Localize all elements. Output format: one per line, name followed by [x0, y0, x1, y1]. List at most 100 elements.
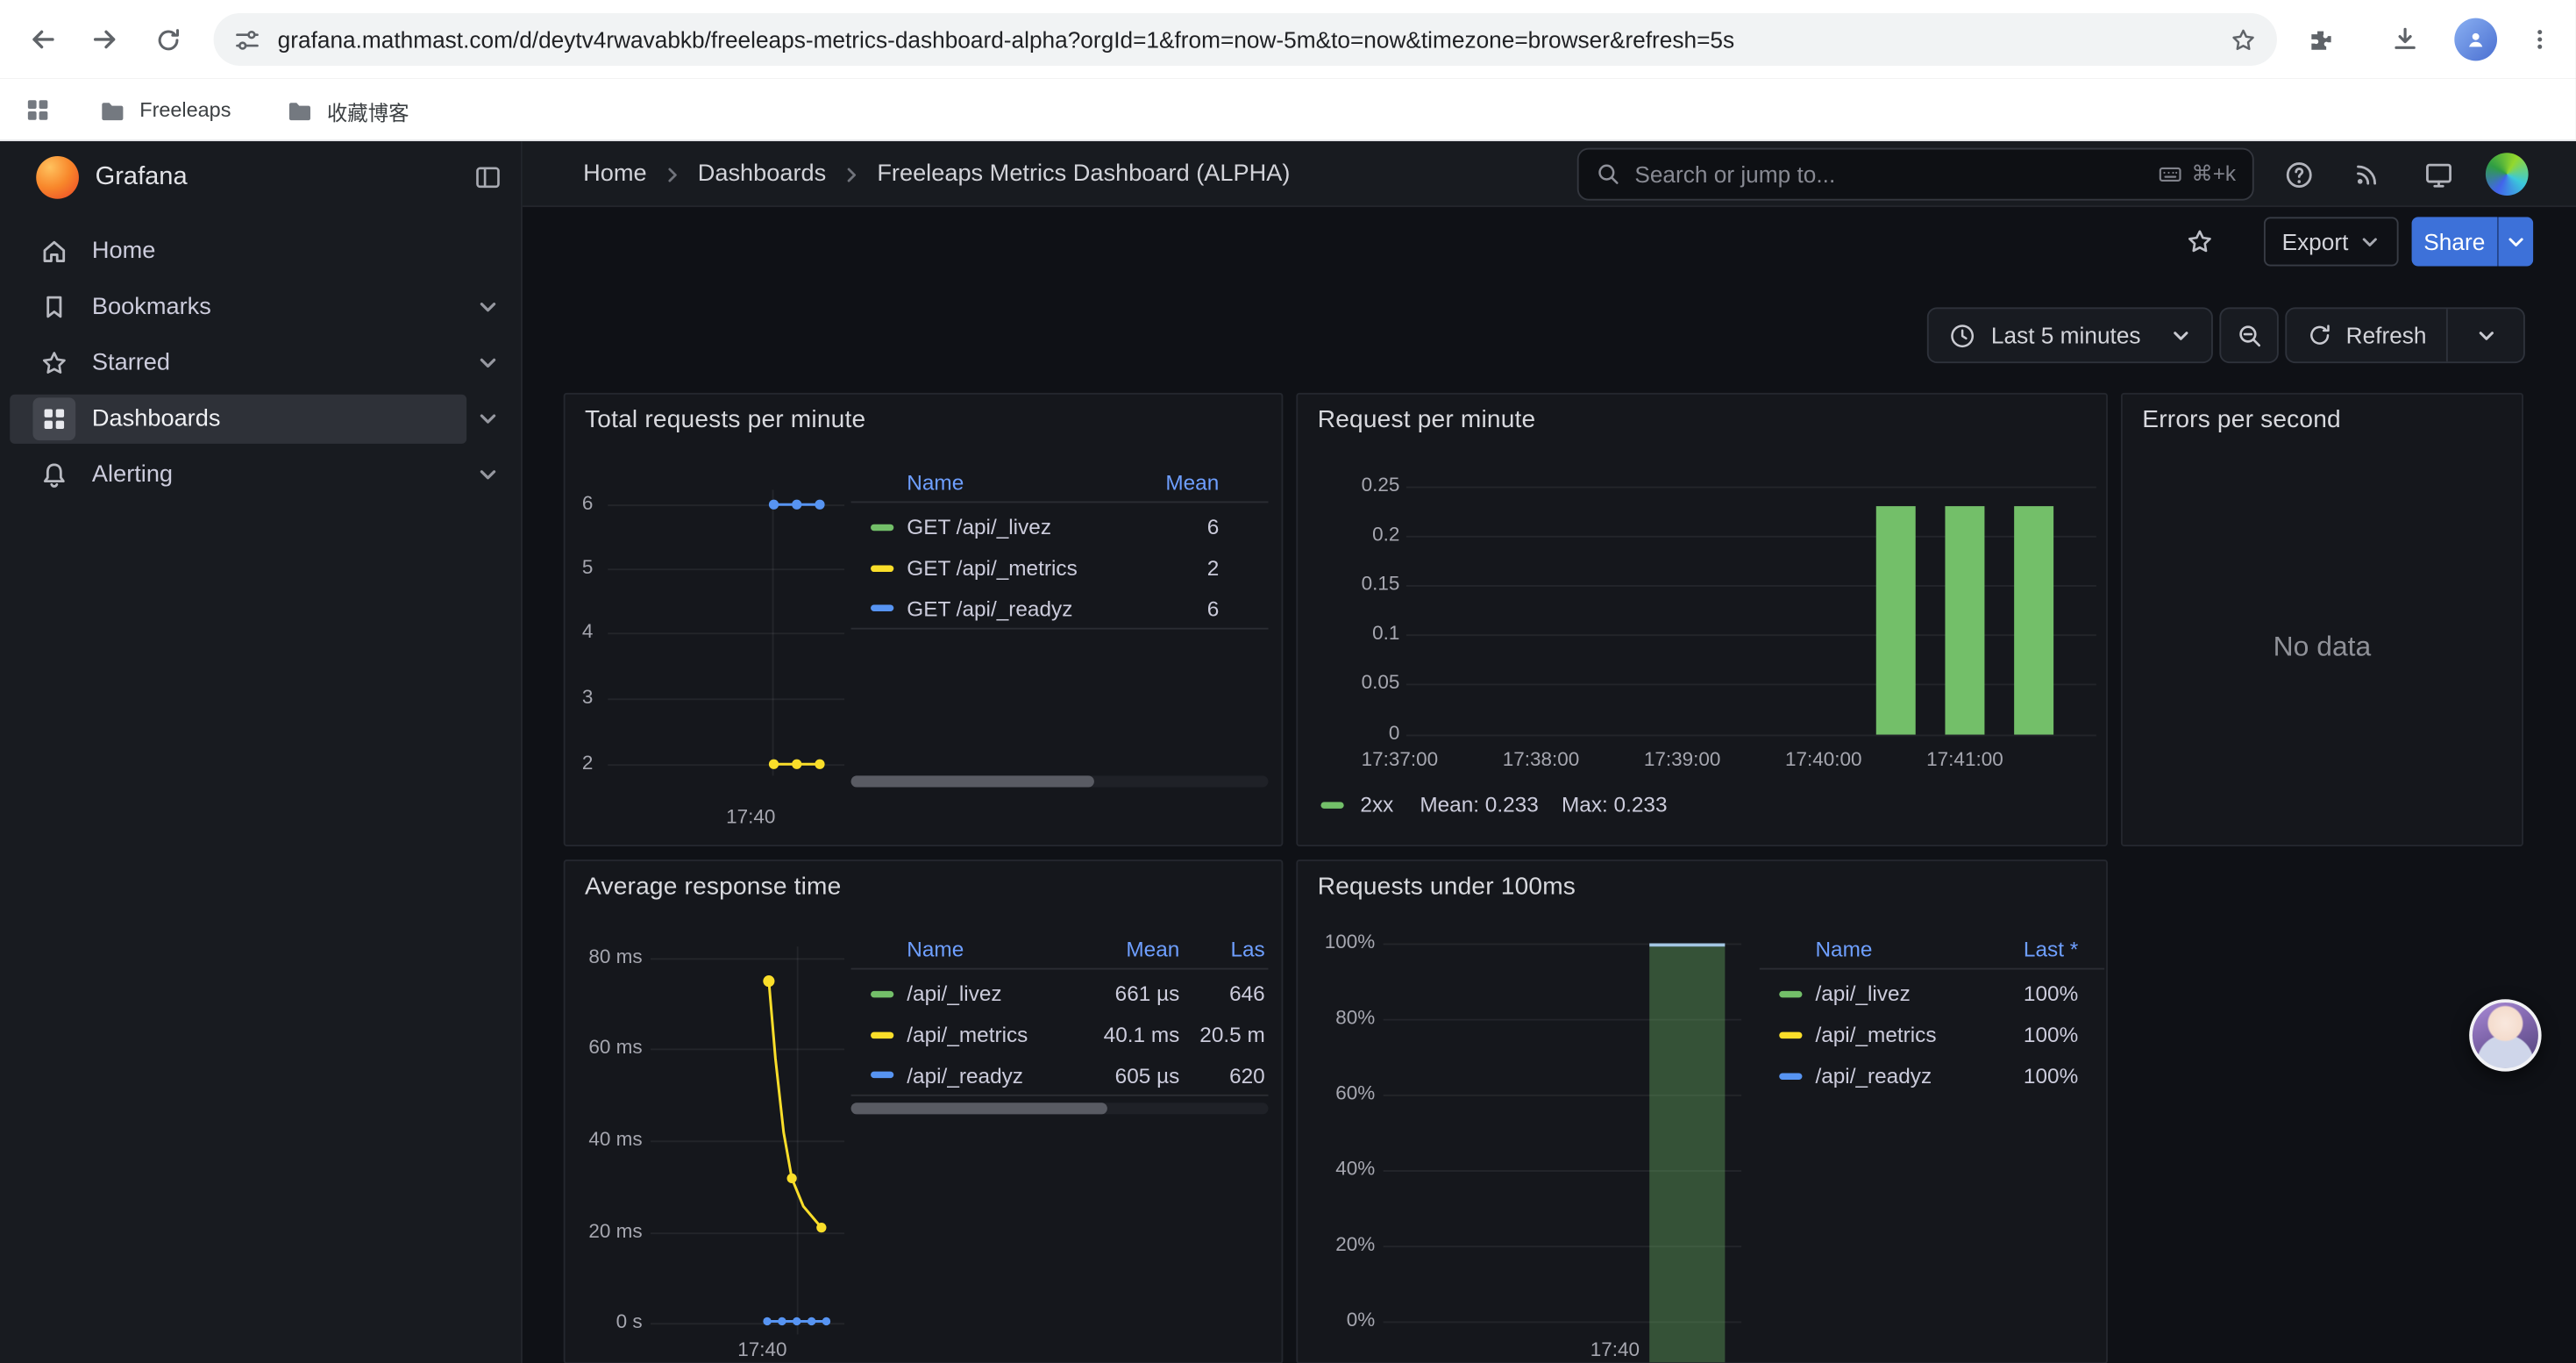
forward-icon[interactable]: [82, 17, 128, 62]
search-shortcut: ⌘+k: [2157, 161, 2236, 188]
zoom-out-button[interactable]: [2219, 307, 2278, 363]
share-button[interactable]: Share: [2412, 217, 2497, 266]
series-max: Max: 0.233: [1562, 792, 1668, 817]
sidebar-collapse-icon[interactable]: [473, 162, 503, 192]
share-menu-chevron[interactable]: [2497, 217, 2533, 266]
site-info-icon[interactable]: [233, 25, 261, 54]
floating-assistant-avatar[interactable]: [2469, 999, 2541, 1071]
browser-profile-avatar[interactable]: [2454, 18, 2497, 61]
x-tick: 17:39:00: [1633, 748, 1731, 771]
bookmark-folder-freeleaps[interactable]: Freeleaps: [85, 89, 257, 132]
legend-scrollbar[interactable]: [851, 1103, 1269, 1114]
series-mean: 605 µs: [1061, 1062, 1179, 1087]
sidebar-item-dashboards[interactable]: Dashboards: [0, 391, 523, 447]
downloads-icon[interactable]: [2382, 17, 2428, 62]
folder-icon: [98, 96, 126, 125]
bookmark-icon: [39, 293, 69, 323]
chevron-down-icon[interactable]: [476, 296, 499, 318]
star-icon: [39, 348, 69, 378]
help-icon[interactable]: [2270, 146, 2326, 203]
legend[interactable]: 2xx Mean: 0.233 Max: 0.233: [1320, 792, 1667, 817]
series-last: 646: [1179, 981, 1264, 1006]
export-button[interactable]: Export: [2264, 217, 2400, 266]
y-tick: 0.2: [1327, 523, 1399, 546]
sidebar-item-home[interactable]: Home: [0, 224, 523, 280]
series-mean: 6: [1121, 596, 1219, 620]
legend-header-name[interactable]: Name: [907, 470, 1121, 495]
clock-icon: [1948, 321, 1976, 349]
legend-header-mean[interactable]: Mean: [1121, 470, 1219, 495]
rss-icon[interactable]: [2339, 146, 2395, 203]
legend-header-last[interactable]: Last *: [1986, 937, 2078, 961]
legend-header-name[interactable]: Name: [1815, 937, 1986, 961]
browser-menu-icon[interactable]: [2517, 17, 2563, 62]
chevron-down-icon[interactable]: [476, 463, 499, 486]
legend-row[interactable]: /api/_readyz 100%: [1760, 1055, 2104, 1096]
panel-errors-per-second: Errors per second No data: [2121, 393, 2523, 846]
user-avatar[interactable]: [2486, 153, 2529, 196]
back-icon[interactable]: [19, 17, 65, 62]
area-bar-cap: [1649, 944, 1725, 947]
url-text[interactable]: grafana.mathmast.com/d/deytv4rwavabkb/fr…: [278, 26, 2213, 53]
legend-header-mean[interactable]: Mean: [1061, 937, 1179, 961]
bookmark-folder-blogs[interactable]: 收藏博客: [273, 89, 423, 132]
address-bar[interactable]: grafana.mathmast.com/d/deytv4rwavabkb/fr…: [214, 13, 2277, 66]
extensions-icon[interactable]: [2296, 17, 2342, 62]
series-color-chip: [1320, 801, 1343, 807]
sidebar-item-label: Alerting: [92, 462, 173, 489]
panel-title[interactable]: Requests under 100ms: [1318, 873, 1576, 901]
grafana-logo[interactable]: [36, 156, 79, 199]
bookmark-star-icon[interactable]: [2230, 25, 2258, 54]
x-tick: 17:38:00: [1491, 748, 1590, 771]
refresh-interval-chevron[interactable]: [2448, 309, 2523, 361]
legend-scrollbar[interactable]: [851, 775, 1269, 787]
breadcrumb-current[interactable]: Freeleaps Metrics Dashboard (ALPHA): [877, 161, 1290, 188]
legend-row[interactable]: GET /api/_metrics 2: [851, 547, 1269, 589]
dashboards-icon: [32, 397, 75, 440]
bar-2xx: [2014, 506, 2053, 734]
panel-title[interactable]: Errors per second: [2142, 406, 2341, 434]
legend-row[interactable]: /api/_readyz 605 µs 620: [851, 1055, 1269, 1096]
sidebar-item-label: Home: [92, 239, 155, 265]
y-tick: 0.25: [1327, 474, 1399, 496]
chevron-down-icon: [2170, 325, 2191, 346]
search-bar[interactable]: ⌘+k: [1577, 148, 2254, 201]
search-input[interactable]: [1634, 161, 2144, 188]
panel-requests-under-100ms: Requests under 100ms 100% 80% 60% 40% 20…: [1296, 860, 2108, 1363]
chevron-right-icon: [841, 163, 862, 184]
legend-row[interactable]: GET /api/_livez 6: [851, 506, 1269, 547]
breadcrumb: Home Dashboards Freeleaps Metrics Dashbo…: [583, 141, 1290, 207]
apps-grid-icon[interactable]: [23, 96, 53, 125]
breadcrumb-dashboards[interactable]: Dashboards: [698, 161, 826, 188]
stage: grafana.mathmast.com/d/deytv4rwavabkb/fr…: [0, 0, 2576, 1363]
legend-row[interactable]: /api/_metrics 40.1 ms 20.5 m: [851, 1014, 1269, 1055]
legend-header-name[interactable]: Name: [907, 937, 1061, 961]
legend-row[interactable]: /api/_livez 100%: [1760, 973, 2104, 1014]
time-range-picker[interactable]: Last 5 minutes: [1927, 307, 2213, 363]
series-color-chip: [871, 990, 893, 996]
grafana-app: Grafana Home Bookmarks Starred Dashboard…: [0, 141, 2576, 1363]
legend-row[interactable]: /api/_livez 661 µs 646: [851, 973, 1269, 1014]
series-last: 100%: [1986, 981, 2078, 1006]
legend-row[interactable]: /api/_metrics 100%: [1760, 1014, 2104, 1055]
series-last: 620: [1179, 1062, 1264, 1087]
reload-icon[interactable]: [145, 17, 190, 62]
sidebar-item-alerting[interactable]: Alerting: [0, 447, 523, 503]
chevron-down-icon[interactable]: [476, 352, 499, 375]
sidebar-item-label: Starred: [92, 350, 170, 376]
legend-header-last[interactable]: Las: [1179, 937, 1264, 961]
legend-table: Name Mean GET /api/_livez 6 GET /api/_me…: [851, 463, 1269, 629]
sidebar-item-starred[interactable]: Starred: [0, 335, 523, 391]
sidebar-item-label: Dashboards: [92, 406, 220, 432]
panel-title[interactable]: Request per minute: [1318, 406, 1536, 434]
monitor-icon[interactable]: [2410, 146, 2466, 203]
sidebar-item-bookmarks[interactable]: Bookmarks: [0, 280, 523, 336]
series-mean: 2: [1121, 555, 1219, 580]
legend-header-row: Name Mean: [851, 463, 1269, 503]
legend-row[interactable]: GET /api/_readyz 6: [851, 589, 1269, 630]
breadcrumb-home[interactable]: Home: [583, 161, 646, 188]
refresh-button[interactable]: Refresh: [2287, 309, 2446, 361]
y-tick: 20%: [1298, 1232, 1375, 1255]
favorite-star-icon[interactable]: [2185, 227, 2215, 257]
chevron-down-icon[interactable]: [476, 408, 499, 431]
